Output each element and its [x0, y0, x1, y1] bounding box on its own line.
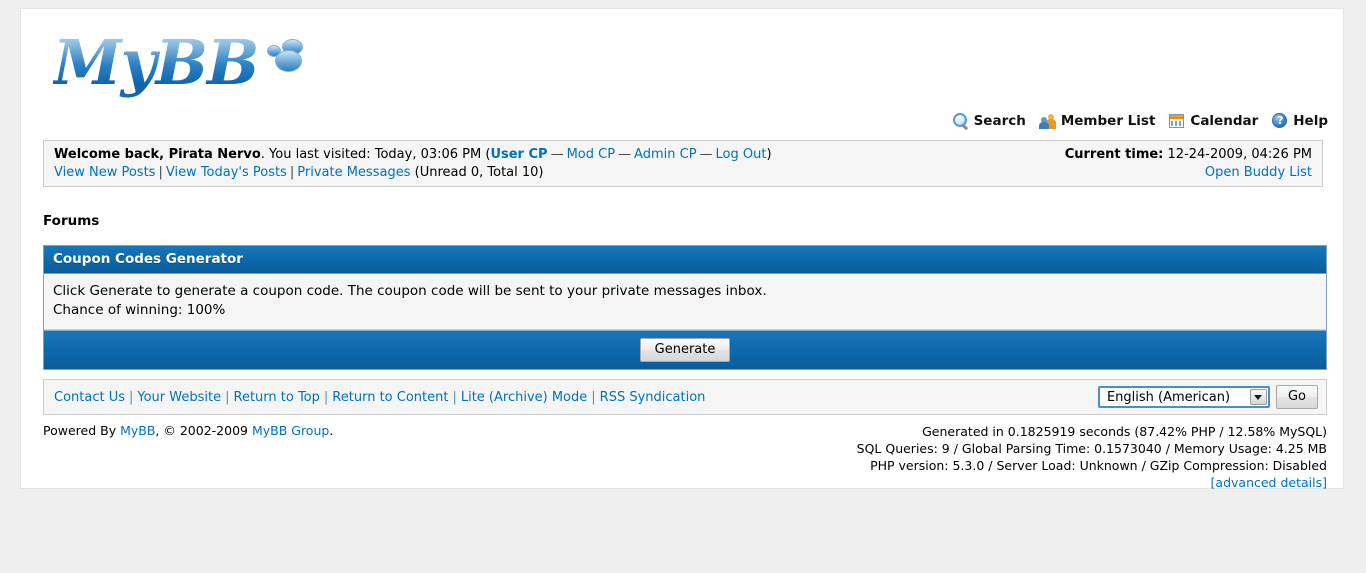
footer-stats-line-2: SQL Queries: 9 / Global Parsing Time: 0.… [856, 441, 1327, 456]
breadcrumb[interactable]: Forums [43, 213, 99, 229]
pm-counts: (Unread 0, Total 10) [414, 165, 544, 180]
panel-body-line-1: Click Generate to generate a coupon code… [53, 283, 767, 299]
calendar-icon [1169, 113, 1185, 129]
nav-item-search[interactable]: Search [952, 113, 1026, 131]
current-time-label: Current time: [1064, 147, 1164, 162]
logo-text: MyBB [53, 23, 259, 103]
speech-bubbles-icon [266, 39, 303, 73]
link-mybb-group[interactable]: MyBB Group [252, 423, 329, 438]
link-mod-cp[interactable]: Mod CP [567, 147, 615, 162]
cp-separator-2: — [618, 147, 632, 162]
members-icon [1038, 113, 1056, 129]
bottom-separator-5: | [591, 389, 596, 405]
footer-stats: Generated in 0.1825919 seconds (87.42% P… [857, 423, 1327, 491]
powered-by-prefix: Powered By [43, 423, 121, 438]
welcome-panel: Welcome back, Pirata Nervo. You last vis… [43, 140, 1323, 187]
nav-label-calendar: Calendar [1190, 113, 1259, 129]
nav-item-help[interactable]: ? Help [1272, 113, 1328, 129]
bottom-separator-2: | [225, 389, 230, 405]
current-time: Current time: 12-24-2009, 04:26 PM [1065, 147, 1312, 162]
search-icon [952, 113, 969, 131]
bottom-links: Contact Us | Your Website | Return to Top | Re… [54, 390, 705, 405]
current-time-value: 12-24-2009, 04:26 PM [1167, 147, 1312, 162]
welcome-last-visited: . You last visited: Today, 03:06 PM ( [260, 147, 491, 162]
language-select-value: English (American) [1106, 389, 1231, 405]
link-return-to-content[interactable]: Return to Content [332, 390, 448, 405]
panel-body-line-2: Chance of winning: 100% [53, 302, 226, 319]
chevron-down-icon[interactable] [1249, 389, 1267, 405]
cp-separator-1: — [550, 147, 564, 162]
bottom-separator-4: | [452, 389, 457, 405]
top-navigation: Search Member List Calendar ? Help [945, 113, 1328, 131]
generate-button[interactable]: Generate [639, 338, 731, 363]
nav-label-member-list: Member List [1060, 113, 1156, 129]
link-rss-syndication[interactable]: RSS Syndication [600, 390, 706, 405]
language-chooser: English (American) Go [1097, 385, 1318, 409]
welcome-close-paren: ) [766, 147, 772, 162]
link-open-buddy-list[interactable]: Open Buddy List [1205, 165, 1312, 180]
nav-item-member-list[interactable]: Member List [1038, 113, 1156, 129]
link-log-out[interactable]: Log Out [716, 147, 767, 162]
link-view-todays-posts[interactable]: View Today's Posts [166, 165, 287, 180]
link-return-to-top[interactable]: Return to Top [234, 390, 320, 405]
page-container: MyBB MyBB Search Member List Ca [20, 8, 1344, 491]
site-logo[interactable]: MyBB MyBB [53, 23, 303, 103]
nav-item-calendar[interactable]: Calendar [1169, 113, 1258, 129]
panel-title: Coupon Codes Generator [44, 246, 1326, 274]
link-private-messages[interactable]: Private Messages [297, 165, 410, 180]
powered-by: Powered By MyBB, © 2002-2009 MyBB Group. [43, 423, 333, 438]
link-admin-cp[interactable]: Admin CP [634, 147, 696, 162]
welcome-greeting: Welcome back, Pirata Nervo. You last vis… [54, 147, 772, 162]
link-contact-us[interactable]: Contact Us [54, 390, 125, 405]
footer-stats-line-1: Generated in 0.1825919 seconds (87.42% P… [922, 424, 1327, 439]
nav-label-search: Search [973, 113, 1026, 129]
footer-copyright: , © 2002-2009 [155, 423, 252, 438]
bottom-nav-bar: Contact Us | Your Website | Return to Top | Re… [43, 379, 1327, 415]
bottom-separator-1: | [129, 389, 134, 405]
link-user-cp[interactable]: User CP [490, 147, 547, 162]
link-view-new-posts[interactable]: View New Posts [54, 165, 155, 180]
nav-label-help: Help [1293, 113, 1328, 129]
buddy-list-area: Open Buddy List [1205, 165, 1312, 180]
welcome-greeting-prefix: Welcome back, [54, 147, 169, 162]
go-button[interactable]: Go [1275, 385, 1318, 409]
footer-period: . [329, 423, 334, 438]
bottom-separator-3: | [323, 389, 329, 405]
language-select[interactable]: English (American) [1097, 386, 1270, 408]
welcome-quick-links: View New Posts | View Today's Posts | Privat… [54, 165, 544, 180]
footer-stats-line-3: PHP version: 5.3.0 / Server Load: Unknow… [870, 458, 1327, 473]
coupon-generator-panel: Coupon Codes Generator Click Generate to… [43, 245, 1327, 371]
quicklink-separator-1: | [158, 165, 163, 180]
welcome-row-top: Welcome back, Pirata Nervo. You last vis… [54, 147, 1312, 162]
panel-footer: Generate [44, 330, 1326, 370]
welcome-username: Pirata Nervo [168, 147, 261, 162]
link-mybb[interactable]: MyBB [120, 423, 155, 438]
help-icon: ? [1272, 113, 1288, 129]
panel-body: Click Generate to generate a coupon code… [44, 274, 1326, 331]
footer-advanced-details: [advanced details] [857, 474, 1327, 491]
link-lite-archive-mode[interactable]: Lite (Archive) Mode [461, 390, 587, 405]
quicklink-separator-2: | [289, 165, 295, 180]
cp-separator-3: — [699, 147, 713, 162]
link-advanced-details[interactable]: [advanced details] [1211, 475, 1327, 490]
link-your-website[interactable]: Your Website [137, 390, 221, 405]
welcome-row-bottom: View New Posts | View Today's Posts | Privat… [54, 165, 1312, 180]
page-footer: Powered By MyBB, © 2002-2009 MyBB Group.… [43, 423, 1327, 491]
